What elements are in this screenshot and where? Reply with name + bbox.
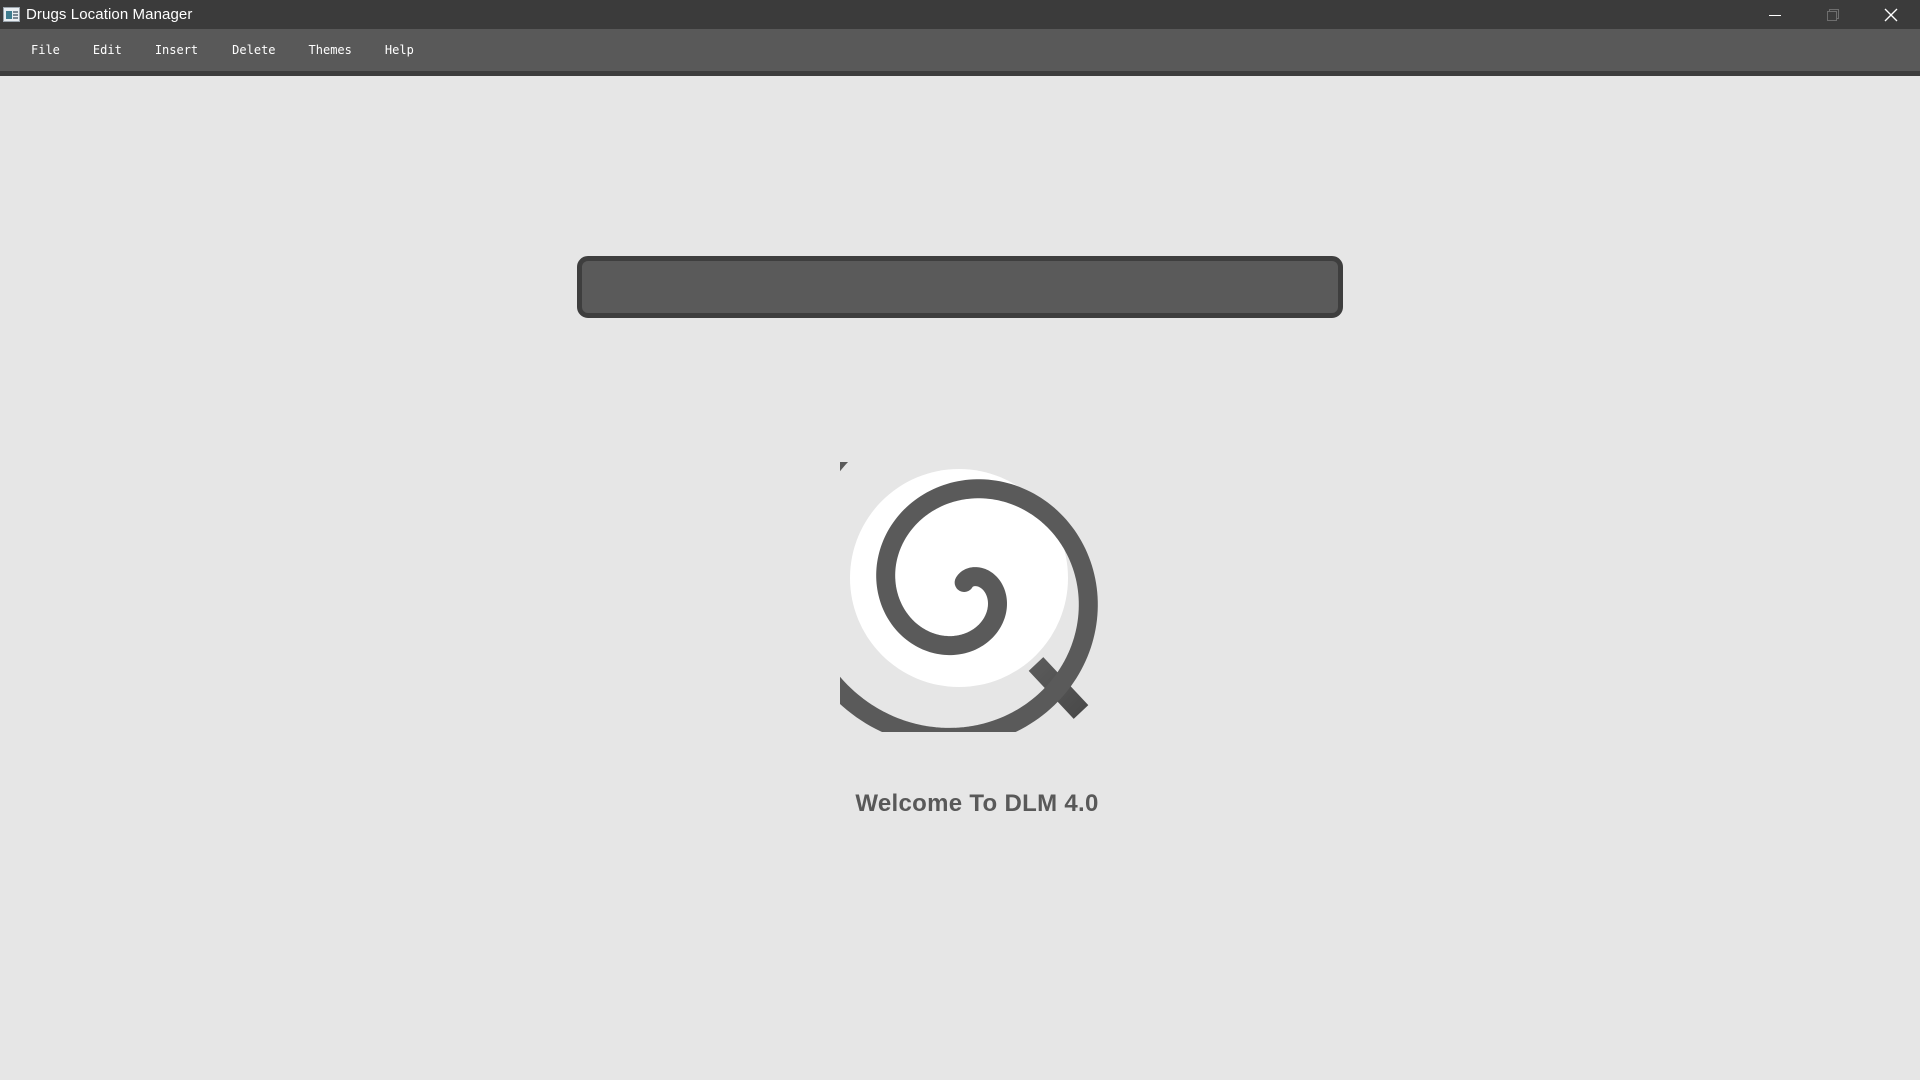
window-controls — [1746, 0, 1920, 29]
app-icon — [3, 7, 20, 22]
minimize-button[interactable] — [1746, 0, 1804, 29]
window-title: Drugs Location Manager — [26, 6, 193, 23]
menu-insert[interactable]: Insert — [141, 29, 212, 71]
menu-bar-divider — [0, 71, 1920, 76]
title-bar[interactable]: Drugs Location Manager — [0, 0, 1920, 29]
menu-edit[interactable]: Edit — [79, 29, 136, 71]
menu-help[interactable]: Help — [371, 29, 428, 71]
search-input[interactable] — [577, 256, 1343, 318]
spiral-magnifier-icon — [840, 462, 1098, 732]
menu-themes[interactable]: Themes — [295, 29, 366, 71]
minimize-icon — [1769, 14, 1781, 16]
maximize-button[interactable] — [1804, 0, 1862, 29]
menu-file[interactable]: File — [17, 29, 74, 71]
close-button[interactable] — [1862, 0, 1920, 29]
close-icon — [1884, 8, 1898, 21]
welcome-message: Welcome To DLM 4.0 — [855, 790, 1099, 817]
menu-delete[interactable]: Delete — [218, 29, 289, 71]
maximize-icon — [1827, 8, 1839, 21]
menu-bar: File Edit Insert Delete Themes Help — [0, 29, 1920, 71]
app-window: Drugs Location Manager File Edit Insert … — [0, 0, 1920, 1080]
